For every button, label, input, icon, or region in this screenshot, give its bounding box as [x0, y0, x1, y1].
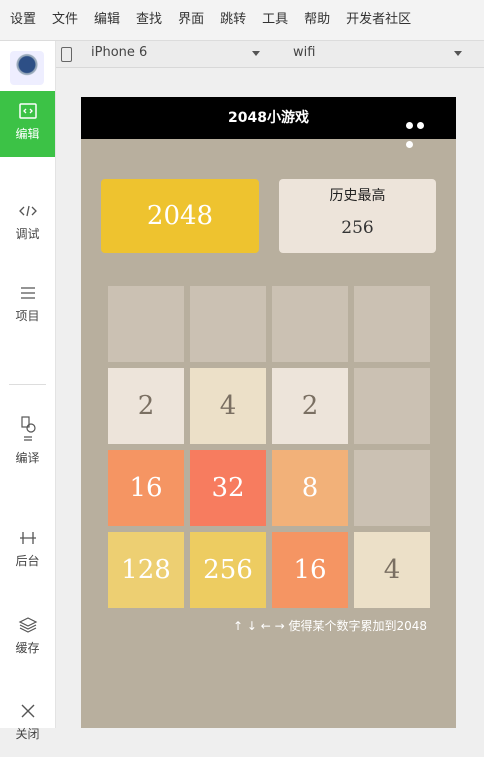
- menu-item[interactable]: 界面: [170, 0, 212, 40]
- sidebar-item-edit[interactable]: 编辑: [0, 91, 55, 157]
- sidebar-item-label: 后台: [15, 554, 40, 568]
- sidebar: 编辑 调试 项目 编译 后台 缓存 关闭: [0, 41, 56, 741]
- tile: 2: [108, 368, 184, 444]
- menu-item[interactable]: 编辑: [86, 0, 128, 40]
- empty-cell: [108, 286, 184, 362]
- menu-item[interactable]: 开发者社区: [338, 0, 419, 40]
- cache-icon: [18, 617, 37, 633]
- simulator-screen: 2048小游戏 2048 历史最高 256 2 4 2 16 32 8 128 256 16 4 …: [81, 97, 456, 728]
- sidebar-item-label: 关闭: [15, 727, 40, 741]
- network-select[interactable]: wifi: [293, 45, 315, 60]
- code-editor-icon: [18, 103, 37, 119]
- more-icon[interactable]: [406, 114, 436, 148]
- sidebar-item-debug[interactable]: 调试: [0, 191, 55, 257]
- sidebar-item-label: 调试: [15, 227, 40, 241]
- tile: 128: [108, 532, 184, 608]
- best-score-box: 历史最高 256: [279, 179, 436, 253]
- tile: 2: [272, 368, 348, 444]
- chevron-down-icon[interactable]: [252, 51, 260, 56]
- device-toolbar: iPhone 6 wifi: [56, 41, 484, 68]
- menu-item[interactable]: 帮助: [296, 0, 338, 40]
- page-title: 2048小游戏: [228, 110, 309, 126]
- tile: 16: [108, 450, 184, 526]
- tile: 4: [354, 532, 430, 608]
- menu-item[interactable]: 跳转: [212, 0, 254, 40]
- sidebar-divider: [9, 384, 46, 385]
- sidebar-item-label: 项目: [15, 309, 40, 323]
- empty-cell: [190, 286, 266, 362]
- best-score-value: 256: [341, 218, 374, 238]
- sidebar-item-project[interactable]: 项目: [0, 273, 55, 339]
- instruction-text: ↑ ↓ ← → 使得某个数字累加到2048: [232, 619, 427, 633]
- menu-bar: 设置 文件 编辑 查找 界面 跳转 工具 帮助 开发者社区: [0, 0, 484, 41]
- tile: 16: [272, 532, 348, 608]
- chevron-down-icon[interactable]: [454, 51, 462, 56]
- menu-item[interactable]: 文件: [44, 0, 86, 40]
- tile: 32: [190, 450, 266, 526]
- sidebar-item-label: 编译: [15, 451, 40, 465]
- menu-item[interactable]: 查找: [128, 0, 170, 40]
- empty-cell: [354, 450, 430, 526]
- debug-icon: [18, 205, 37, 217]
- game-board[interactable]: 2 4 2 16 32 8 128 256 16 4: [108, 286, 431, 608]
- sidebar-item-label: 编辑: [15, 127, 40, 141]
- sidebar-item-cache[interactable]: 缓存: [0, 605, 55, 671]
- sidebar-item-close[interactable]: 关闭: [0, 691, 55, 757]
- menu-item[interactable]: 设置: [0, 0, 44, 40]
- nav-bar: 2048小游戏: [81, 97, 456, 148]
- device-select[interactable]: iPhone 6: [91, 45, 147, 60]
- score-box: 2048: [101, 179, 259, 253]
- empty-cell: [354, 286, 430, 362]
- empty-cell: [354, 368, 430, 444]
- compile-icon: [20, 416, 36, 441]
- tile: 256: [190, 532, 266, 608]
- menu-item[interactable]: 工具: [254, 0, 296, 40]
- sidebar-item-label: 缓存: [15, 641, 40, 655]
- avatar[interactable]: [10, 51, 44, 85]
- project-icon: [20, 287, 35, 299]
- background-icon: [19, 532, 36, 544]
- tile: 4: [190, 368, 266, 444]
- best-score-label: 历史最高: [329, 188, 386, 204]
- close-icon: [21, 704, 34, 718]
- sidebar-item-background[interactable]: 后台: [0, 518, 55, 584]
- sidebar-item-compile[interactable]: 编译: [0, 405, 55, 471]
- tile: 8: [272, 450, 348, 526]
- empty-cell: [272, 286, 348, 362]
- phone-icon[interactable]: [61, 47, 72, 62]
